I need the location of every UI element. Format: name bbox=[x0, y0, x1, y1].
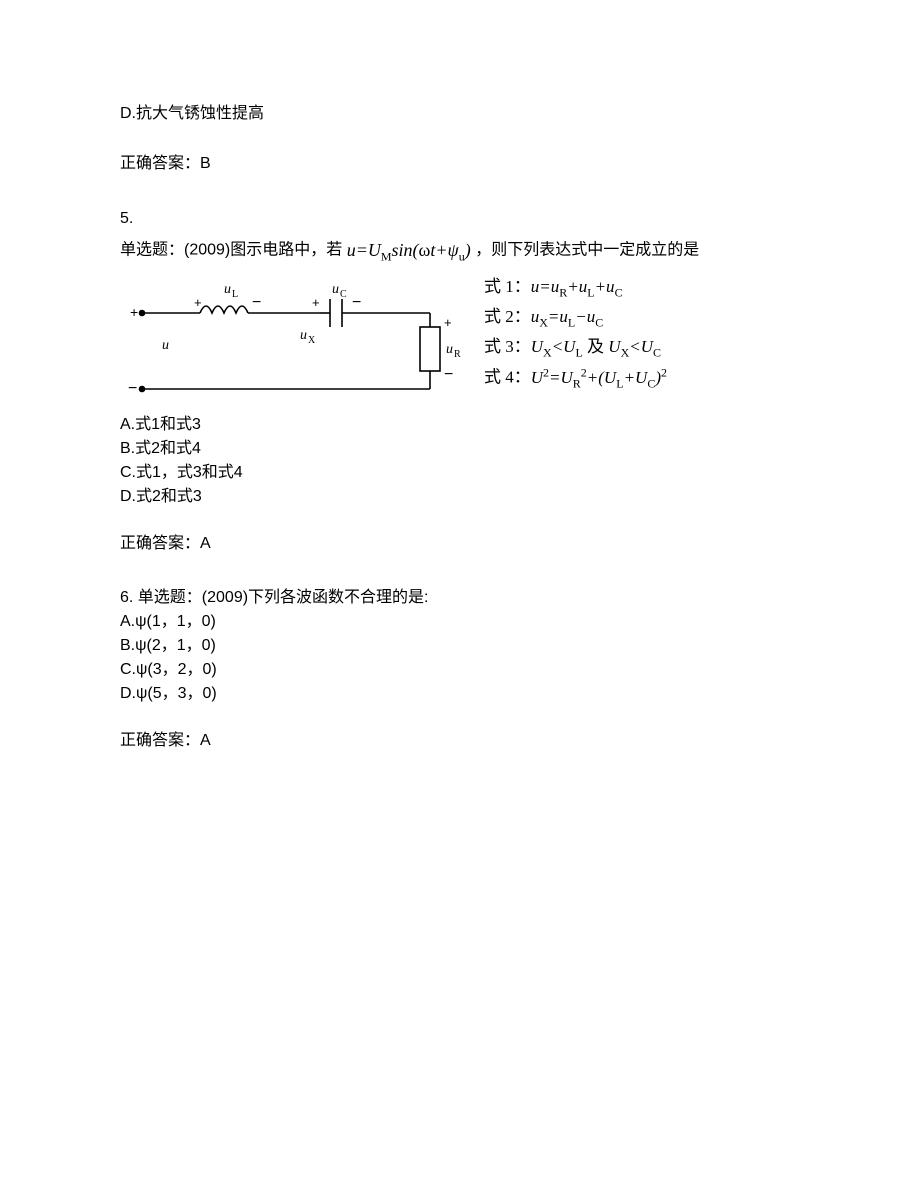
eq3-label: 式 3： bbox=[484, 337, 531, 356]
equation-2: 式 2：uX=uL−uC bbox=[484, 303, 667, 333]
formula: u=UMsin(ωt+ψu) bbox=[347, 232, 471, 269]
question-stem: 6. 单选题：(2009)下列各波函数不合理的是: bbox=[120, 586, 800, 610]
question-stem: 单选题：(2009)图示电路中，若 u=UMsin(ωt+ψu) ，则下列表达式… bbox=[120, 232, 800, 269]
svg-text:+: + bbox=[312, 295, 320, 310]
answer-value: B bbox=[200, 155, 211, 172]
question-5: 5. 单选题：(2009)图示电路中，若 u=UMsin(ωt+ψu) ，则下列… bbox=[120, 206, 800, 508]
answer-line-q4: 正确答案：B bbox=[120, 151, 800, 177]
svg-text:u: u bbox=[224, 282, 231, 297]
svg-text:+: + bbox=[444, 315, 452, 330]
eq2-body: uX=uL−uC bbox=[531, 307, 604, 326]
svg-text:u: u bbox=[446, 342, 453, 357]
answer-label: 正确答案： bbox=[120, 732, 200, 749]
eq1-body: u=uR+uL+uC bbox=[531, 277, 623, 296]
svg-text:−: − bbox=[128, 380, 137, 397]
answer-value: A bbox=[200, 732, 211, 749]
answer-line-q5: 正确答案：A bbox=[120, 531, 800, 557]
question-4-tail: D.抗大气锈蚀性提高 bbox=[120, 100, 800, 129]
option-c: C.式1，式3和式4 bbox=[120, 461, 800, 485]
circuit-figure: + u L + − u C + − bbox=[120, 277, 800, 407]
option-c: C.ψ(3，2，0) bbox=[120, 658, 800, 682]
svg-text:−: − bbox=[444, 366, 453, 383]
svg-text:C: C bbox=[340, 289, 347, 300]
svg-text:−: − bbox=[352, 294, 361, 311]
svg-text:X: X bbox=[308, 335, 316, 346]
option-a: A.式1和式3 bbox=[120, 413, 800, 437]
answer-label: 正确答案： bbox=[120, 155, 200, 172]
eq4-label: 式 4： bbox=[484, 368, 531, 387]
option-a: A.ψ(1，1，0) bbox=[120, 610, 800, 634]
stem-prefix: 单选题：(2009)图示电路中，若 bbox=[120, 242, 342, 259]
eq1-label: 式 1： bbox=[484, 277, 531, 296]
equation-3: 式 3：UX<UL 及 UX<UC bbox=[484, 333, 667, 363]
question-number: 5. bbox=[120, 206, 800, 232]
option-d: D.ψ(5，3，0) bbox=[120, 682, 800, 706]
answer-label: 正确答案： bbox=[120, 535, 200, 552]
circuit-diagram-icon: + u L + − u C + − bbox=[120, 277, 480, 407]
options-q5: A.式1和式3 B.式2和式4 C.式1，式3和式4 D.式2和式3 bbox=[120, 413, 800, 509]
option-d: D.式2和式3 bbox=[120, 485, 800, 509]
svg-text:u: u bbox=[300, 328, 307, 343]
eq2-label: 式 2： bbox=[484, 307, 531, 326]
svg-text:R: R bbox=[454, 349, 461, 360]
svg-text:+: + bbox=[130, 304, 138, 320]
equation-list: 式 1：u=uR+uL+uC 式 2：uX=uL−uC 式 3：UX<UL 及 … bbox=[484, 273, 667, 394]
svg-text:−: − bbox=[252, 294, 261, 311]
eq3-body: UX<UL bbox=[531, 337, 583, 356]
answer-line-q6: 正确答案：A bbox=[120, 728, 800, 754]
svg-text:u: u bbox=[162, 338, 169, 353]
eq4-body: U2=UR2+(UL+UC)2 bbox=[531, 368, 667, 387]
option-d: D.抗大气锈蚀性提高 bbox=[120, 100, 800, 129]
stem-suffix: ，则下列表达式中一定成立的是 bbox=[475, 242, 699, 259]
option-b: B.ψ(2，1，0) bbox=[120, 634, 800, 658]
question-6: 6. 单选题：(2009)下列各波函数不合理的是: A.ψ(1，1，0) B.ψ… bbox=[120, 586, 800, 706]
svg-text:L: L bbox=[232, 289, 238, 300]
answer-value: A bbox=[200, 535, 211, 552]
equation-1: 式 1：u=uR+uL+uC bbox=[484, 273, 667, 303]
equation-4: 式 4：U2=UR2+(UL+UC)2 bbox=[484, 363, 667, 394]
svg-text:+: + bbox=[194, 295, 202, 310]
option-b: B.式2和式4 bbox=[120, 437, 800, 461]
svg-text:u: u bbox=[332, 282, 339, 297]
